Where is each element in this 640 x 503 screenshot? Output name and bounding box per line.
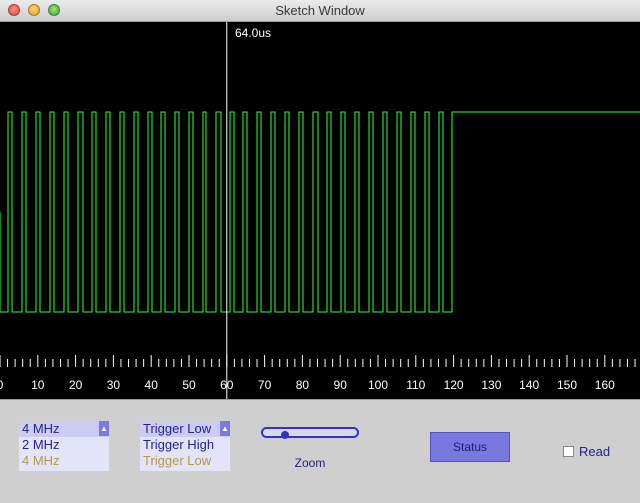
trigger-select[interactable]: Trigger Low ▲ Trigger High Trigger Low bbox=[140, 421, 230, 471]
axis-tick-label: 90 bbox=[334, 378, 348, 392]
title-bar: Sketch Window bbox=[0, 0, 640, 22]
read-checkbox[interactable] bbox=[563, 446, 574, 457]
waveform-plot: 64.0us 0 10 20 30 40 50 60 70 80 90 100 110 120 130 14… bbox=[0, 22, 640, 399]
axis-tick-label: 40 bbox=[145, 378, 159, 392]
frequency-option[interactable]: 2 MHz bbox=[19, 437, 109, 453]
control-panel: 4 MHz ▲ 2 MHz 4 MHz Trigger Low ▲ Trigge… bbox=[0, 399, 640, 503]
read-checkbox-label: Read bbox=[579, 444, 611, 459]
axis-tick-label: 110 bbox=[406, 378, 425, 392]
time-axis-ticks bbox=[0, 355, 636, 367]
frequency-selected[interactable]: 4 MHz bbox=[19, 421, 109, 437]
frequency-select[interactable]: 4 MHz ▲ 2 MHz 4 MHz bbox=[19, 421, 109, 471]
trigger-dropdown-arrow-icon[interactable]: ▲ bbox=[220, 421, 230, 436]
axis-tick-label: 30 bbox=[107, 378, 121, 392]
status-button[interactable]: Status bbox=[430, 432, 510, 462]
axis-tick-label: 120 bbox=[444, 378, 464, 392]
axis-tick-label: 130 bbox=[481, 378, 501, 392]
signal-trace bbox=[0, 111, 640, 313]
scope-display[interactable]: 64.0us 0 10 20 30 40 50 60 70 80 90 100 110 120 130 14… bbox=[0, 22, 640, 399]
axis-tick-label: 10 bbox=[31, 378, 45, 392]
trigger-selected[interactable]: Trigger Low bbox=[140, 421, 230, 437]
axis-tick-label: 80 bbox=[296, 378, 310, 392]
trigger-option[interactable]: Trigger Low bbox=[140, 453, 230, 469]
time-axis-labels: 0 10 20 30 40 50 60 70 80 90 100 110 120 130 140 150 160 bbox=[0, 378, 615, 392]
zoom-slider[interactable] bbox=[261, 427, 359, 439]
axis-tick-label: 70 bbox=[258, 378, 272, 392]
axis-tick-label: 50 bbox=[182, 378, 196, 392]
axis-tick-label: 140 bbox=[519, 378, 539, 392]
window-title: Sketch Window bbox=[275, 3, 365, 18]
axis-tick-label: 0 bbox=[0, 378, 4, 392]
frequency-dropdown-arrow-icon[interactable]: ▲ bbox=[99, 421, 109, 436]
trigger-option[interactable]: Trigger High bbox=[140, 437, 230, 453]
axis-tick-label: 60 bbox=[220, 378, 234, 392]
axis-tick-label: 100 bbox=[368, 378, 388, 392]
zoom-label: Zoom bbox=[294, 456, 326, 470]
axis-tick-label: 160 bbox=[595, 378, 615, 392]
axis-tick-label: 150 bbox=[557, 378, 577, 392]
cursor-readout: 64.0us bbox=[235, 26, 271, 40]
zoom-slider-thumb[interactable] bbox=[281, 431, 290, 439]
axis-tick-label: 20 bbox=[69, 378, 83, 392]
frequency-option[interactable]: 4 MHz bbox=[19, 453, 109, 469]
